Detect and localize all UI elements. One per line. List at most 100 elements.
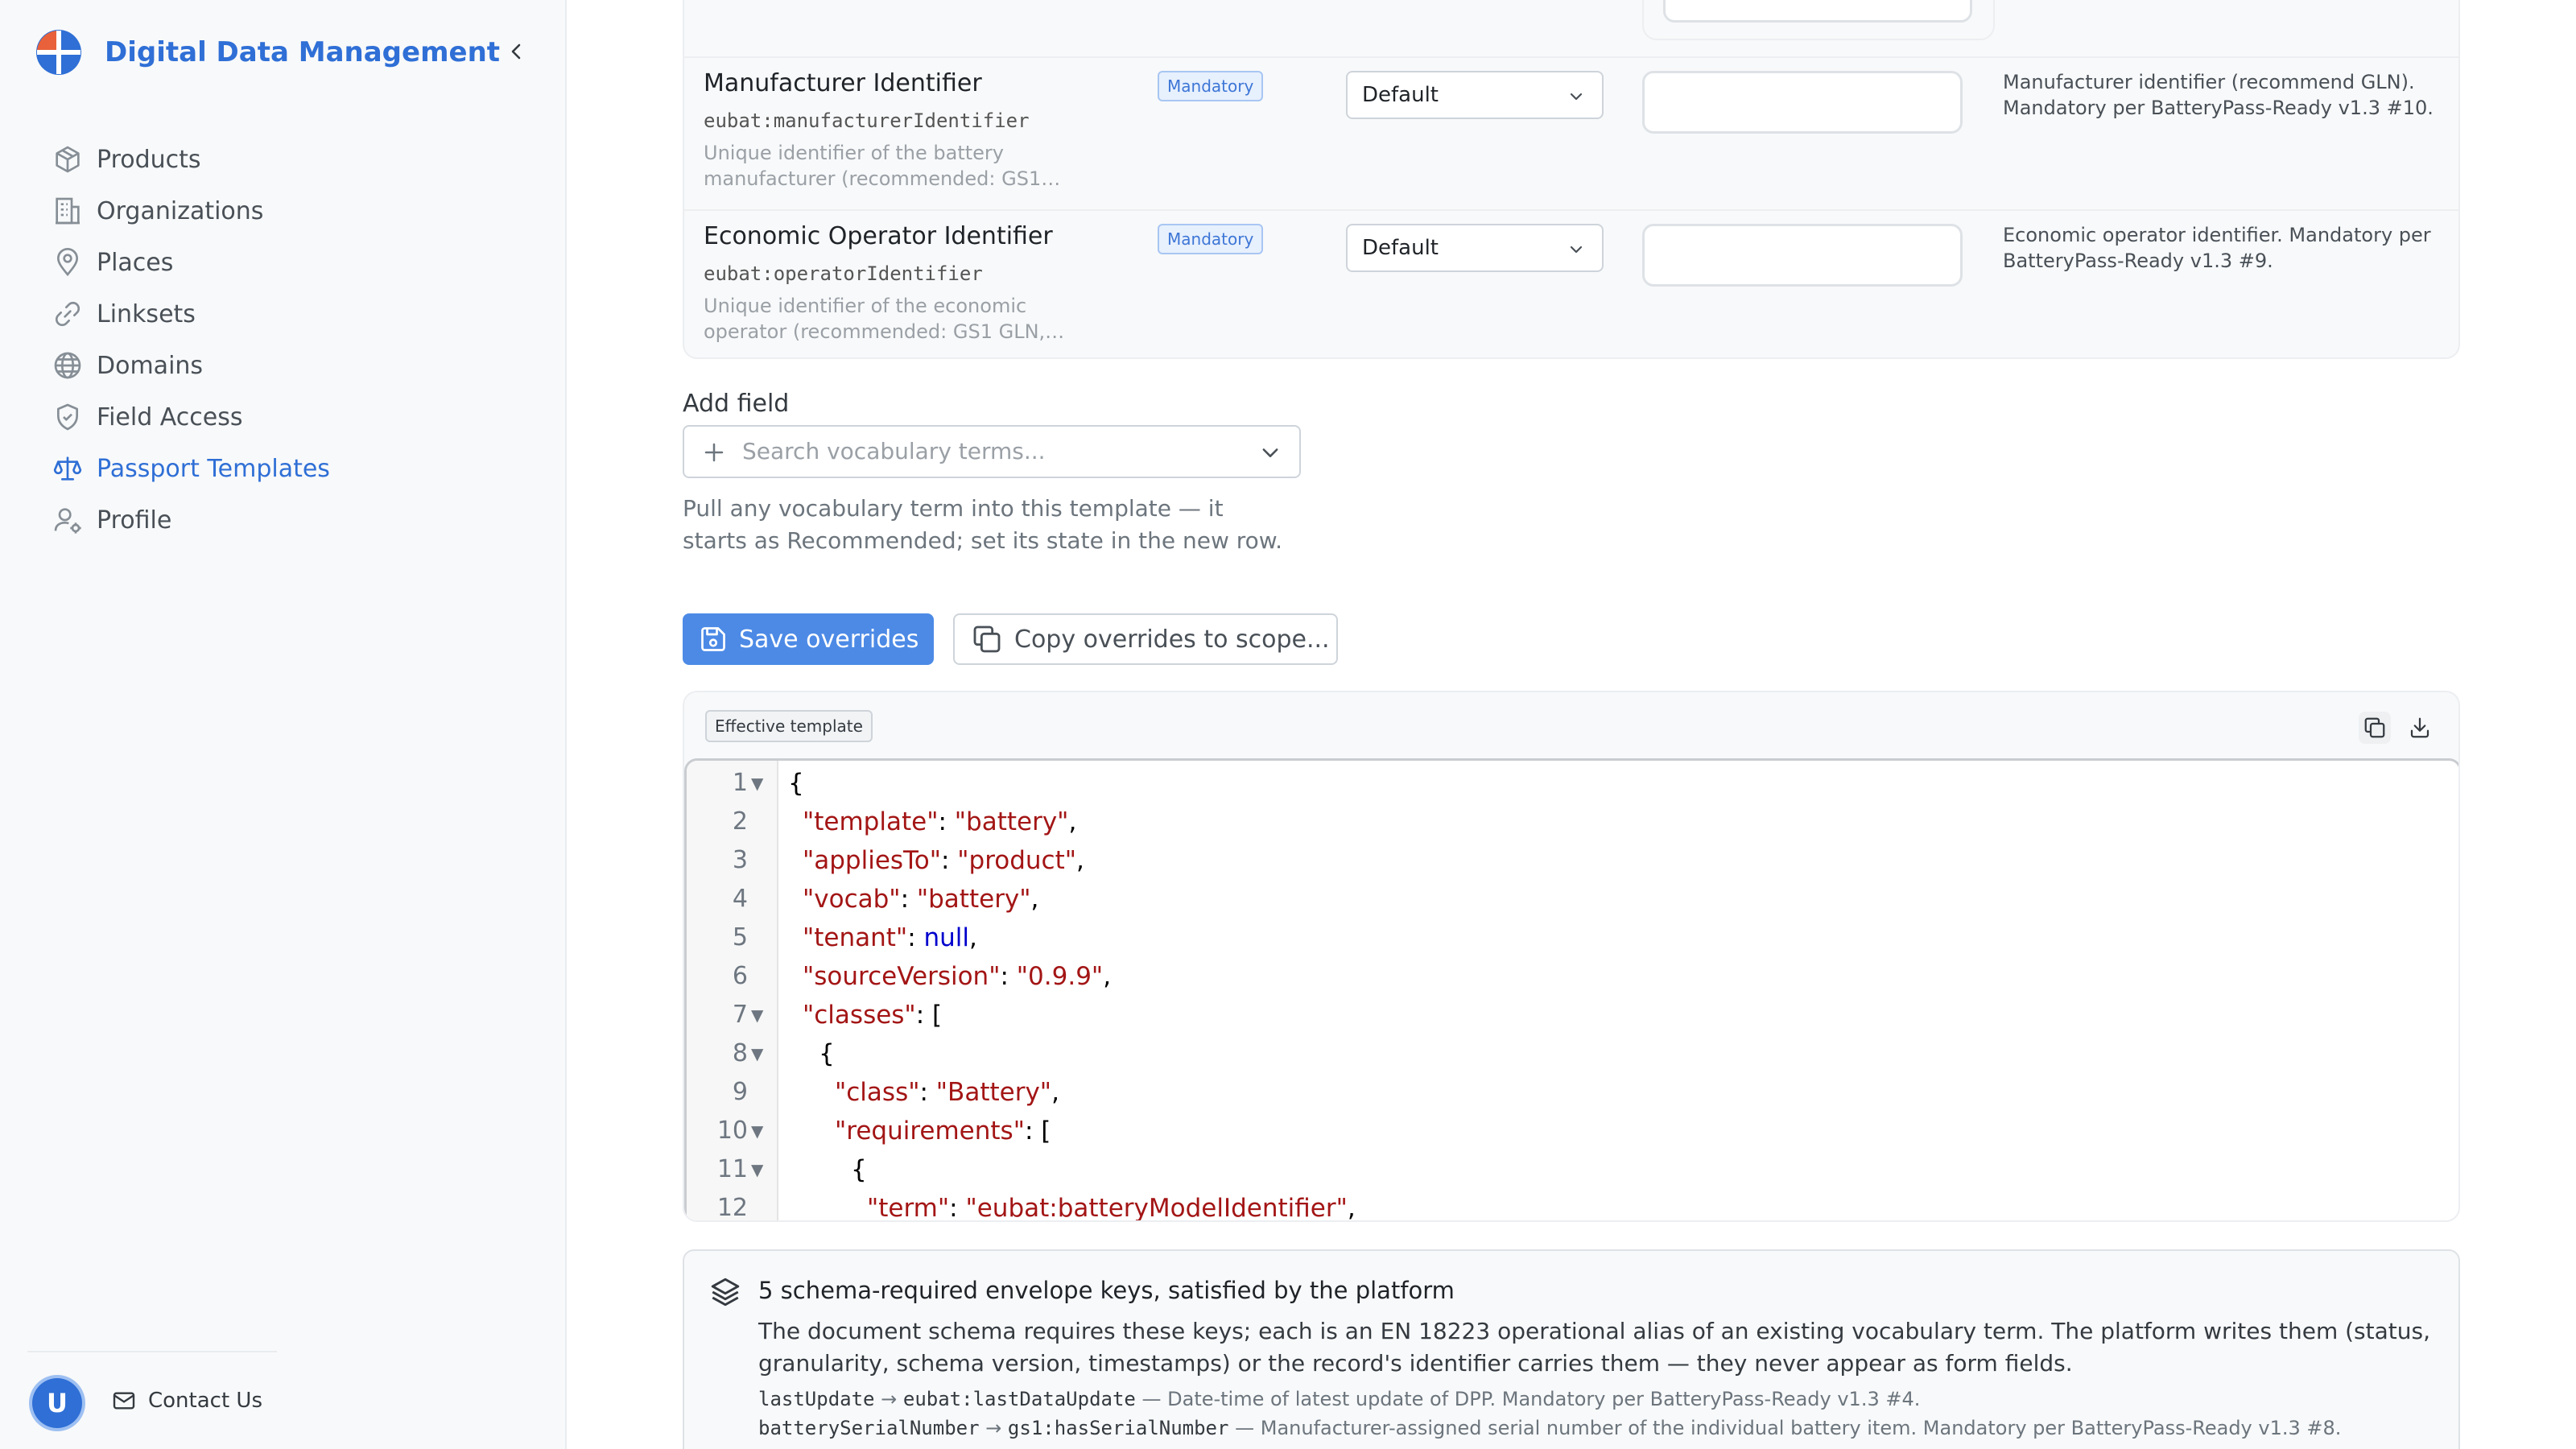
line-number: 5 [732,923,748,952]
line-number: 3 [732,846,748,874]
scale-icon [53,456,82,481]
value-input[interactable] [1642,224,1963,287]
sidebar-item-linksets[interactable]: Linksets [52,288,330,340]
envelope-term: gs1:hasSerialNumber [1007,1417,1229,1439]
contact-us-link[interactable]: Contact Us [111,1388,262,1414]
fields-table: Manufacturer Identifier eubat:manufactur… [683,0,2460,359]
download-template-button[interactable] [2404,712,2436,744]
link-icon [55,301,80,327]
save-overrides-button[interactable]: Save overrides [683,613,934,665]
code-line: "tenant": null, [803,923,977,952]
mail-icon [113,1392,135,1410]
sidebar-item-label: Field Access [97,402,243,431]
envelope-term: eubat:lastDataUpdate [902,1388,1136,1410]
code-line: "classes": [ [803,1001,943,1030]
copy-overrides-button[interactable]: Copy overrides to scope... [953,613,1338,665]
field-row-manufacturer-identifier: Manufacturer Identifier eubat:manufactur… [684,58,2458,211]
envelope-description: The document schema requires these keys;… [758,1318,2430,1377]
copy-overrides-label: Copy overrides to scope... [1014,625,1330,654]
user-cog-icon [54,508,81,534]
field-description: Unique identifier of the economic operat… [704,295,1065,343]
json-value: "eubat:batteryModelIdentifier" [965,1194,1348,1222]
package-icon [56,146,80,173]
effective-template-panel: Effective template 1 ▼ 2 3 4 5 6 7 ▼ 8 ▼ 9 … [683,691,2460,1222]
shield-icon [57,403,78,431]
status-badge: Mandatory [1158,71,1264,101]
effective-template-tag: Effective template [705,710,873,742]
building-icon [56,197,80,225]
envelope-alias: batterySerialNumber [758,1417,980,1439]
envelope-title: 5 schema-required envelope keys, satisfi… [758,1277,1455,1304]
field-name: Manufacturer Identifier [704,69,982,97]
line-number: 2 [732,807,748,836]
code-line: "template": "battery", [803,807,1077,836]
sidebar-item-organizations[interactable]: Organizations [52,185,330,237]
fold-toggle-icon[interactable]: ▼ [751,1005,763,1025]
sidebar-item-label: Domains [97,351,204,380]
state-select-value: Default [1362,83,1439,107]
status-badge: Mandatory [1158,224,1264,254]
envelope-item-text: Manufacturer-assigned serial number of t… [1260,1417,2342,1439]
avatar[interactable]: U [32,1378,82,1428]
sidebar-nav: Products Organizations Places Linksets D… [52,134,330,546]
sidebar-item-places[interactable]: Places [52,237,330,288]
vocabulary-search-input[interactable]: Search vocabulary terms... [683,425,1301,478]
envelope-item: batterySerialNumber → gs1:hasSerialNumbe… [758,1417,2342,1439]
line-number: 11 [716,1155,748,1183]
sidebar-item-label: Products [97,145,201,174]
code-editor[interactable]: 1 ▼ 2 3 4 5 6 7 ▼ 8 ▼ 9 10 ▼ 11 ▼ 12 { "templ… [684,758,2458,1222]
layers-icon [711,1278,740,1307]
copy-template-button[interactable] [2359,712,2391,744]
line-number: 4 [732,885,748,913]
field-description: Unique identifier of the battery manufac… [704,142,1061,190]
chevron-down-icon [1570,246,1583,254]
previous-row-input[interactable] [1663,0,1972,23]
fold-toggle-icon[interactable]: ▼ [751,1121,763,1141]
copy-icon [973,625,1001,653]
json-value: "product" [957,846,1077,875]
code-line: "appliesTo": "product", [803,846,1084,875]
sidebar-divider [27,1351,277,1352]
state-select[interactable]: Default [1346,224,1604,272]
fold-toggle-icon[interactable]: ▼ [751,1044,763,1063]
chevron-left-icon [511,43,521,60]
sidebar-item-passport-templates[interactable]: Passport Templates [52,443,330,494]
download-icon [2410,717,2429,738]
fold-toggle-icon[interactable]: ▼ [751,774,763,793]
brand-logo-icon [36,30,81,75]
line-gutter: 1 ▼ 2 3 4 5 6 7 ▼ 8 ▼ 9 10 ▼ 11 ▼ 12 [687,761,778,1222]
field-note: Manufacturer identifier (recommend GLN).… [2003,71,2434,119]
app-title: Digital Data Management [105,36,501,68]
field-name: Economic Operator Identifier [704,222,1053,250]
envelope-alias: lastUpdate [758,1388,875,1410]
state-select-value: Default [1362,236,1439,260]
value-input[interactable] [1642,71,1963,134]
code-line: "vocab": "battery", [803,885,1039,914]
json-value: "battery" [916,885,1031,914]
line-number: 12 [716,1194,748,1222]
line-number: 8 [732,1039,748,1067]
field-term: eubat:operatorIdentifier [704,262,983,285]
envelope-item: lastUpdate → eubat:lastDataUpdate — Date… [758,1388,1921,1410]
sidebar-item-products[interactable]: Products [52,134,330,185]
json-value: "battery" [954,807,1069,836]
line-number: 1 [732,769,748,797]
copy-icon [2364,717,2385,738]
envelope-item-text: Date-time of latest update of DPP. Manda… [1167,1388,1921,1410]
field-row-economic-operator-identifier: Economic Operator Identifier eubat:opera… [684,211,2458,364]
code-line: "class": "Battery", [835,1078,1059,1107]
collapse-sidebar-button[interactable] [501,35,533,68]
sidebar: Digital Data Management Products Organiz… [0,0,567,1449]
search-placeholder: Search vocabulary terms... [742,438,1046,464]
fold-toggle-icon[interactable]: ▼ [751,1160,763,1179]
code-line: "sourceVersion": "0.9.9", [803,962,1112,991]
json-value: "0.9.9" [1016,962,1104,991]
json-key: "class" [835,1078,920,1107]
line-number: 7 [732,1001,748,1029]
state-select[interactable]: Default [1346,71,1604,119]
sidebar-item-profile[interactable]: Profile [52,494,330,546]
brand[interactable]: Digital Data Management [35,29,500,76]
code-line: "requirements": [ [835,1117,1051,1146]
sidebar-item-field-access[interactable]: Field Access [52,391,330,443]
sidebar-item-domains[interactable]: Domains [52,340,330,391]
